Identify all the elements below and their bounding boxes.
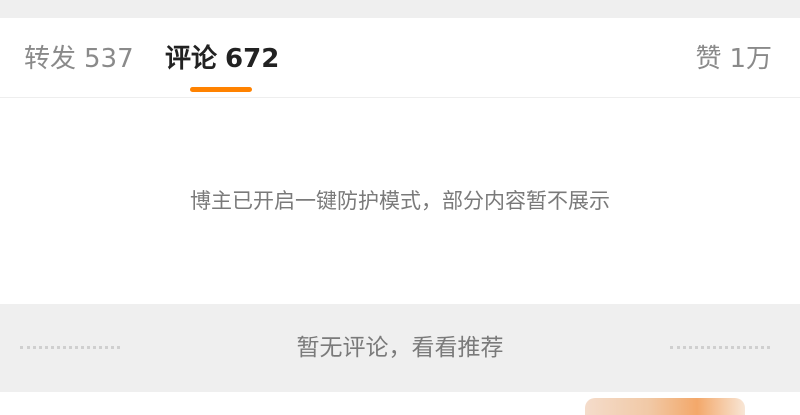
tab-comments-count: 672 xyxy=(225,44,280,74)
top-divider-strip xyxy=(0,0,800,18)
tab-comments-label: 评论 xyxy=(165,44,218,74)
tab-comments[interactable]: 评论 672 xyxy=(165,42,279,76)
tab-likes[interactable]: 赞 1万 xyxy=(695,42,772,76)
tab-likes-count: 1万 xyxy=(729,44,772,74)
comments-card: 转发 537 评论 672 赞 1万 博主已开启一键防护模式，部分内容暂不展示 xyxy=(0,18,800,304)
recommended-thumbnail-image[interactable] xyxy=(585,398,745,415)
dotted-divider-right xyxy=(670,346,770,349)
tab-bar: 转发 537 评论 672 赞 1万 xyxy=(0,18,800,98)
protection-notice: 博主已开启一键防护模式，部分内容暂不展示 xyxy=(190,189,610,213)
tab-repost-label: 转发 xyxy=(24,44,77,74)
active-tab-indicator xyxy=(190,87,252,92)
tab-likes-label: 赞 xyxy=(695,44,722,74)
tab-repost-count: 537 xyxy=(84,44,134,74)
tab-repost[interactable]: 转发 537 xyxy=(24,42,134,76)
